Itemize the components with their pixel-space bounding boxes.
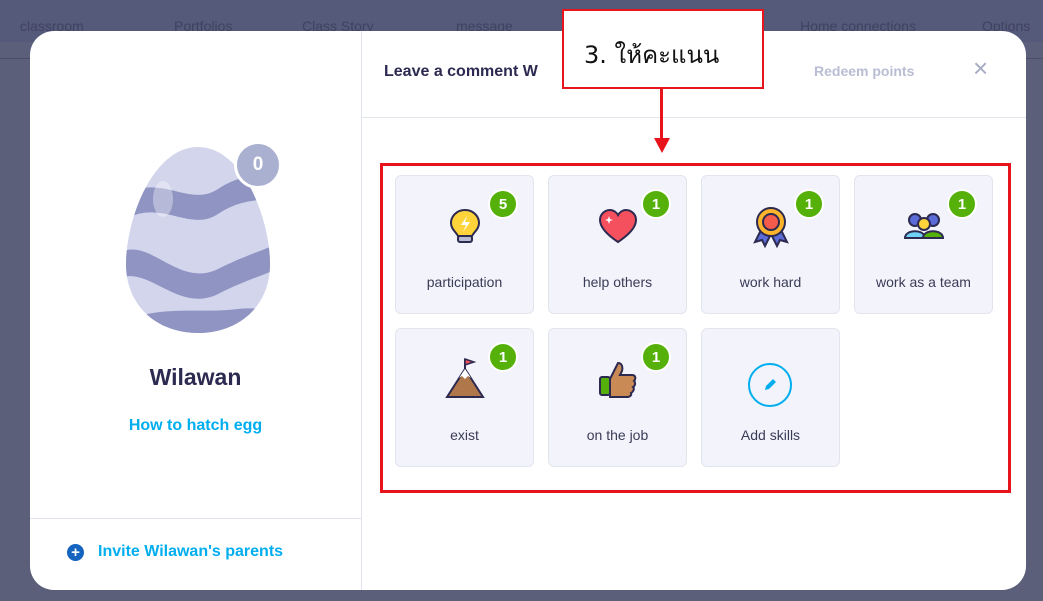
annotation-arrow-head — [654, 138, 670, 153]
student-name: Wilawan — [149, 364, 242, 390]
how-to-hatch-egg-link[interactable]: How to hatch egg — [30, 417, 361, 435]
annotation-callout: 3. ให้คะแนน — [562, 9, 764, 89]
student-panel: 0 Wilawan How to hatch egg + Invite Wila… — [30, 31, 362, 590]
redeem-points-button[interactable]: Redeem points — [814, 63, 914, 79]
annotation-highlight-box — [380, 163, 1011, 493]
invite-parents-label: Invite Wilawan's parents — [98, 543, 284, 560]
left-footer: + Invite Wilawan's parents — [30, 518, 361, 590]
close-icon[interactable]: × — [973, 55, 988, 81]
annotation-arrow-line — [660, 89, 663, 141]
invite-parents-button[interactable]: + Invite Wilawan's parents — [67, 543, 283, 561]
annotation-callout-text: 3. ให้คะแนน — [584, 41, 720, 69]
egg-points-badge: 0 — [234, 141, 282, 189]
plus-circle-icon: + — [67, 543, 84, 561]
leave-comment-title[interactable]: Leave a comment W — [384, 63, 538, 81]
